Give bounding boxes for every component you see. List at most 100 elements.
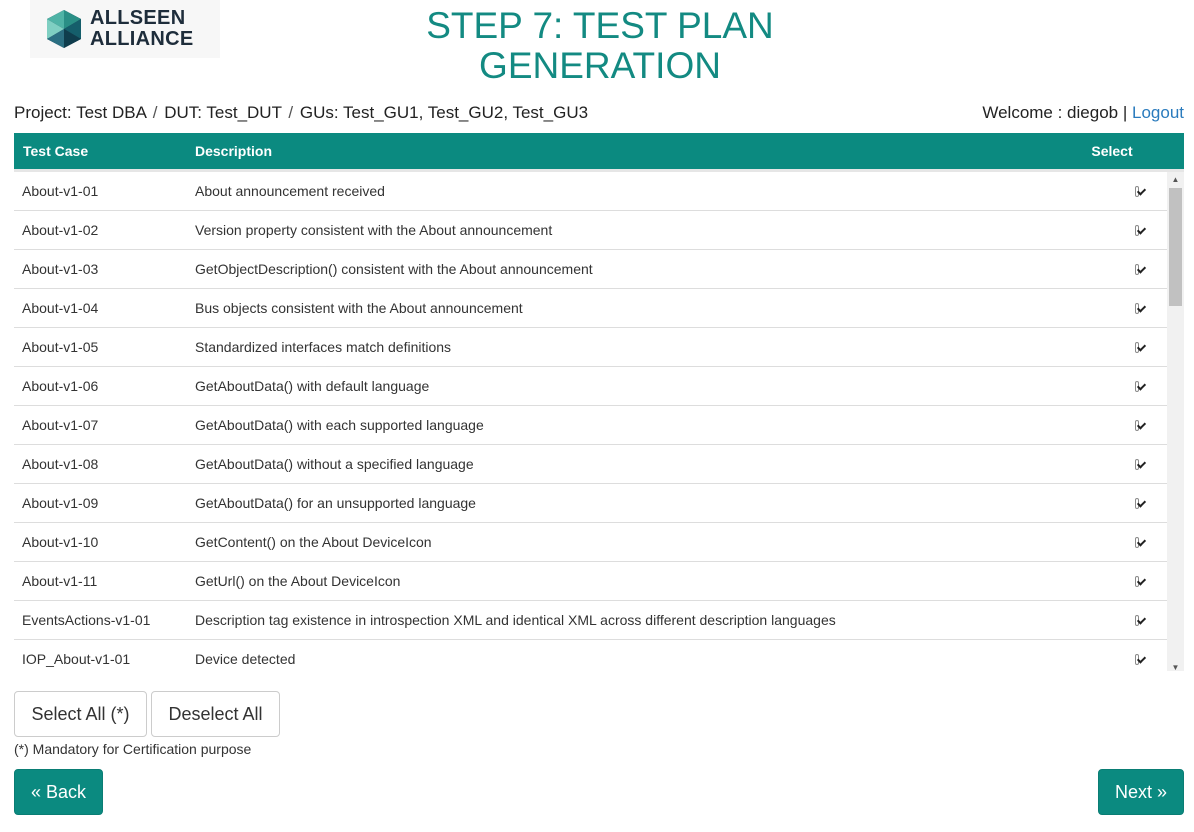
page-title-line-2: GENERATION (479, 45, 721, 86)
separator: / (152, 103, 158, 122)
test-case-id: EventsActions-v1-01 (22, 612, 151, 628)
select-cell (1107, 614, 1167, 626)
scroll-up-arrow-icon[interactable]: ▲ (1167, 172, 1184, 186)
test-case-description: GetAboutData() with default language (195, 378, 430, 394)
test-case-id: About-v1-10 (22, 534, 99, 550)
test-case-id: About-v1-03 (22, 261, 99, 277)
user-separator: | (1122, 103, 1128, 122)
test-case-description: Description tag existence in introspecti… (195, 612, 836, 628)
select-cell (1107, 497, 1167, 509)
test-case-id: About-v1-09 (22, 495, 99, 511)
select-cell (1107, 302, 1167, 314)
select-checkbox[interactable] (1135, 458, 1139, 470)
select-checkbox[interactable] (1135, 497, 1139, 509)
select-checkbox[interactable] (1135, 653, 1139, 665)
scroll-down-arrow-icon[interactable]: ▼ (1167, 660, 1184, 672)
test-case-id: About-v1-11 (22, 573, 98, 589)
test-case-table: Test Case Description Select About-v1-01… (14, 133, 1184, 671)
logout-link[interactable]: Logout (1132, 103, 1184, 122)
table-row: About-v1-09 GetAboutData() for an unsuppo… (14, 484, 1167, 523)
project-label: Project: (14, 103, 72, 122)
test-case-id: About-v1-02 (22, 222, 99, 238)
table-body-scroll-area[interactable]: About-v1-01 About announcement received Ab… (14, 169, 1184, 671)
select-cell (1107, 341, 1167, 353)
table-row: About-v1-07 GetAboutData() with each supp… (14, 406, 1167, 445)
table-row: EventsActions-v1-01 Description tag exist… (14, 601, 1167, 640)
table-header: Test Case Description Select (14, 133, 1184, 169)
select-cell (1107, 224, 1167, 236)
test-case-description: Bus objects consistent with the About an… (195, 300, 523, 316)
separator: / (288, 103, 294, 122)
test-case-id: IOP_About-v1-01 (22, 651, 131, 667)
select-cell (1107, 458, 1167, 470)
select-checkbox[interactable] (1135, 536, 1139, 548)
project-value: Test DBA (76, 103, 146, 122)
table-row: About-v1-03 GetObjectDescription() consis… (14, 250, 1167, 289)
test-case-id: About-v1-08 (22, 456, 99, 472)
mandatory-footnote: (*) Mandatory for Certification purpose (14, 741, 252, 757)
select-checkbox[interactable] (1135, 575, 1139, 587)
test-case-description: GetObjectDescription() consistent with t… (195, 261, 593, 277)
allseen-logo-icon (47, 10, 81, 48)
scrollbar-thumb[interactable] (1169, 188, 1182, 306)
select-cell (1107, 653, 1167, 665)
table-row: About-v1-10 GetContent() on the About Dev… (14, 523, 1167, 562)
header-select: Select (1091, 143, 1133, 159)
test-case-description: GetAboutData() with each supported langu… (195, 417, 484, 433)
select-checkbox[interactable] (1135, 302, 1139, 314)
select-checkbox[interactable] (1135, 224, 1139, 236)
allseen-alliance-logo: ALLSEEN ALLIANCE (30, 0, 220, 58)
table-row: About-v1-08 GetAboutData() without a spec… (14, 445, 1167, 484)
test-case-id: About-v1-01 (22, 183, 99, 199)
select-checkbox[interactable] (1135, 614, 1139, 626)
header-description: Description (195, 143, 273, 159)
test-case-id: About-v1-04 (22, 300, 99, 316)
logo-line-1: ALLSEEN (90, 7, 186, 29)
table-row: About-v1-01 About announcement received (14, 172, 1167, 211)
test-case-description: Standardized interfaces match definition… (195, 339, 452, 355)
page-title-line-1: STEP 7: TEST PLAN (426, 5, 774, 46)
test-case-description: Version property consistent with the Abo… (195, 222, 553, 238)
test-case-description: About announcement received (195, 183, 385, 199)
user-info: Welcome : diegob | Logout (982, 101, 1184, 125)
deselect-all-button[interactable]: Deselect All (151, 691, 280, 737)
dut-value: Test_DUT (206, 103, 282, 122)
test-case-description: GetUrl() on the About DeviceIcon (195, 573, 401, 589)
select-checkbox[interactable] (1135, 341, 1139, 353)
test-case-description: Device detected (195, 651, 296, 667)
select-cell (1107, 380, 1167, 392)
select-checkbox[interactable] (1135, 185, 1139, 197)
table-row: IOP_About-v1-01 Device detected (14, 640, 1167, 671)
test-case-id: About-v1-05 (22, 339, 99, 355)
select-cell (1107, 575, 1167, 587)
gus-label: GUs: (299, 103, 339, 122)
back-button[interactable]: « Back (14, 769, 103, 815)
test-case-description: GetAboutData() without a specified langu… (195, 456, 474, 472)
select-all-button[interactable]: Select All (*) (14, 691, 147, 737)
select-cell (1107, 263, 1167, 275)
welcome-text: Welcome : diegob (982, 103, 1119, 122)
table-row: About-v1-05 Standardized interfaces match… (14, 328, 1167, 367)
select-cell (1107, 536, 1167, 548)
logo-line-2: ALLIANCE (90, 28, 194, 50)
test-case-id: About-v1-06 (22, 378, 99, 394)
select-cell (1107, 419, 1167, 431)
select-checkbox[interactable] (1135, 263, 1139, 275)
table-row: About-v1-06 GetAboutData() with default l… (14, 367, 1167, 406)
test-case-id: About-v1-07 (22, 417, 99, 433)
table-body: About-v1-01 About announcement received Ab… (14, 172, 1167, 671)
dut-label: DUT: (164, 103, 202, 122)
project-info: Project: Test DBA / DUT: Test_DUT / GUs:… (14, 101, 588, 125)
vertical-scrollbar[interactable]: ▲ ▼ (1167, 172, 1184, 671)
table-row: About-v1-04 Bus objects consistent with t… (14, 289, 1167, 328)
table-row: About-v1-02 Version property consistent w… (14, 211, 1167, 250)
next-button[interactable]: Next » (1098, 769, 1184, 815)
select-checkbox[interactable] (1135, 419, 1139, 431)
select-checkbox[interactable] (1135, 380, 1139, 392)
test-case-description: GetContent() on the About DeviceIcon (195, 534, 432, 550)
gus-value: Test_GU1, Test_GU2, Test_GU3 (343, 103, 589, 122)
page-title: STEP 7: TEST PLAN GENERATION (330, 6, 870, 86)
table-row: About-v1-11 GetUrl() on the About DeviceI… (14, 562, 1167, 601)
header-test-case: Test Case (23, 143, 89, 159)
test-case-description: GetAboutData() for an unsupported langua… (195, 495, 476, 511)
